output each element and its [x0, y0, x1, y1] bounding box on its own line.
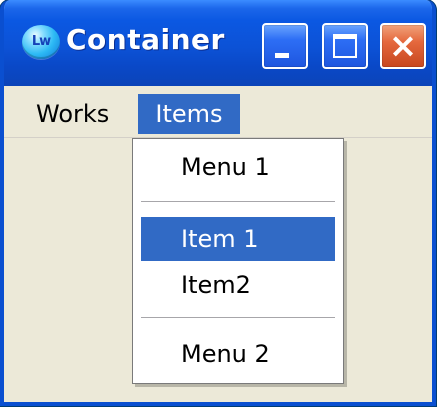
items-dropdown-menu: Menu 1 Item 1 Item2 Menu 2	[132, 138, 344, 384]
menu-bar: Works Items	[4, 86, 432, 138]
dropdown-item-menu-1[interactable]: Menu 1	[133, 145, 343, 189]
dropdown-item-menu-2[interactable]: Menu 2	[133, 332, 343, 376]
minimize-icon	[275, 53, 289, 58]
dropdown-item-item-2[interactable]: Item2	[133, 263, 343, 307]
minimize-button[interactable]	[262, 23, 308, 69]
dropdown-separator	[141, 201, 335, 203]
dropdown-item-item-1[interactable]: Item 1	[141, 217, 335, 261]
menu-works[interactable]: Works	[28, 94, 117, 134]
window-title: Container	[66, 23, 225, 56]
close-icon: ×	[388, 26, 418, 66]
dropdown-separator	[141, 317, 335, 319]
close-button[interactable]: ×	[380, 23, 426, 69]
maximize-icon	[333, 34, 357, 58]
labview-app-icon: Lw	[22, 25, 60, 59]
maximize-button[interactable]	[322, 23, 368, 69]
title-bar[interactable]: Lw Container ×	[4, 0, 432, 86]
menu-items[interactable]: Items	[138, 94, 240, 134]
